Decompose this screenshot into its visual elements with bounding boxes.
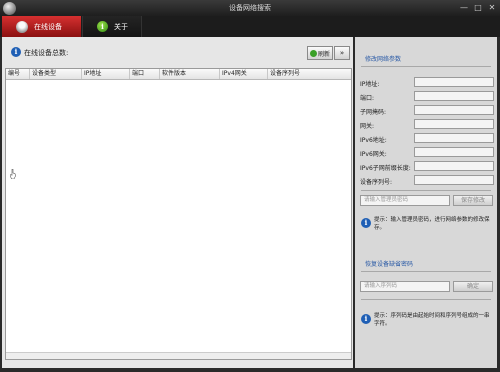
- window-title: 设备网络搜索: [229, 4, 271, 12]
- network-params-panel: 修改网络参数 IP地址: 端口: 子网掩码: 网关: IPv6地址: IPv6网…: [355, 37, 497, 368]
- user-icon: [16, 20, 28, 33]
- tab-label: 在线设备: [34, 22, 62, 31]
- port-label: 端口:: [360, 95, 375, 102]
- info-icon: i: [361, 218, 371, 228]
- restore-password-title: 恢复设备缺省密码: [365, 261, 414, 268]
- column-header-ip[interactable]: IP地址: [82, 69, 130, 79]
- refresh-button[interactable]: 刷新: [307, 46, 333, 60]
- gateway-label: 网关:: [360, 123, 375, 130]
- subnet-mask-input[interactable]: [414, 105, 494, 115]
- column-header-serial[interactable]: 设备序列号: [268, 69, 351, 79]
- divider: [361, 271, 491, 272]
- ip-label: IP地址:: [360, 81, 380, 88]
- column-header-port[interactable]: 端口: [130, 69, 160, 79]
- column-header-ipv4-gateway[interactable]: IPv4网关: [220, 69, 268, 79]
- column-header-index[interactable]: 编号: [6, 69, 30, 79]
- serial-code-input[interactable]: 请输入序列码: [360, 281, 450, 292]
- column-header-software-version[interactable]: 软件版本: [160, 69, 220, 79]
- info-icon: i: [361, 314, 371, 324]
- online-total-label: 在线设备总数:: [24, 49, 69, 57]
- info-icon: i: [11, 47, 21, 57]
- refresh-label: 刷新: [318, 50, 331, 58]
- tab-about[interactable]: i 关于: [82, 16, 142, 37]
- minimize-button[interactable]: —: [458, 2, 470, 13]
- title-bar: 设备网络搜索 — □ ✕: [0, 0, 500, 16]
- table-header: 编号 设备类型 IP地址 端口 软件版本 IPv4网关 设备序列号: [6, 69, 351, 80]
- info-icon: i: [97, 21, 108, 32]
- subnet-mask-label: 子网掩码:: [360, 109, 387, 116]
- device-list-panel: i 在线设备总数: 刷新 » 编号 设备类型 IP地址 端口 软件版本 IPv4…: [2, 37, 353, 368]
- ipv6-prefix-label: IPv6子网前缀长度:: [360, 165, 411, 172]
- column-header-device-type[interactable]: 设备类型: [30, 69, 82, 79]
- divider: [361, 66, 491, 67]
- refresh-icon: [310, 49, 317, 57]
- divider: [361, 190, 491, 191]
- divider: [361, 299, 491, 300]
- ipv6-gateway-input[interactable]: [414, 147, 494, 157]
- save-changes-button[interactable]: 保存修改: [453, 195, 493, 206]
- tab-label: 关于: [114, 22, 128, 31]
- ipv6-prefix-input[interactable]: [414, 161, 494, 171]
- serial-tip-text: 提示：序列码是由起始时间和序列号组成的一串字符。: [374, 313, 490, 327]
- serial-number-input[interactable]: [414, 175, 494, 185]
- save-tip-text: 提示：输入管理员密码，进行网络参数的修改保存。: [374, 217, 490, 231]
- network-params-title: 修改网络参数: [365, 56, 402, 63]
- gateway-input[interactable]: [414, 119, 494, 129]
- horizontal-scrollbar[interactable]: [6, 352, 351, 359]
- ipv6-address-label: IPv6地址:: [360, 137, 387, 144]
- confirm-button[interactable]: 确定: [453, 281, 493, 292]
- maximize-button[interactable]: □: [472, 2, 484, 13]
- hand-cursor-icon: [10, 169, 16, 179]
- tab-online-devices[interactable]: 在线设备: [2, 16, 81, 37]
- serial-number-label: 设备序列号:: [360, 179, 393, 186]
- expand-button[interactable]: »: [334, 46, 350, 60]
- admin-password-input[interactable]: 请输入管理员密码: [360, 195, 450, 206]
- port-input[interactable]: [414, 91, 494, 101]
- ipv6-address-input[interactable]: [414, 133, 494, 143]
- device-table[interactable]: 编号 设备类型 IP地址 端口 软件版本 IPv4网关 设备序列号: [5, 68, 352, 360]
- ipv6-gateway-label: IPv6网关:: [360, 151, 387, 158]
- close-button[interactable]: ✕: [486, 2, 498, 13]
- ip-input[interactable]: [414, 77, 494, 87]
